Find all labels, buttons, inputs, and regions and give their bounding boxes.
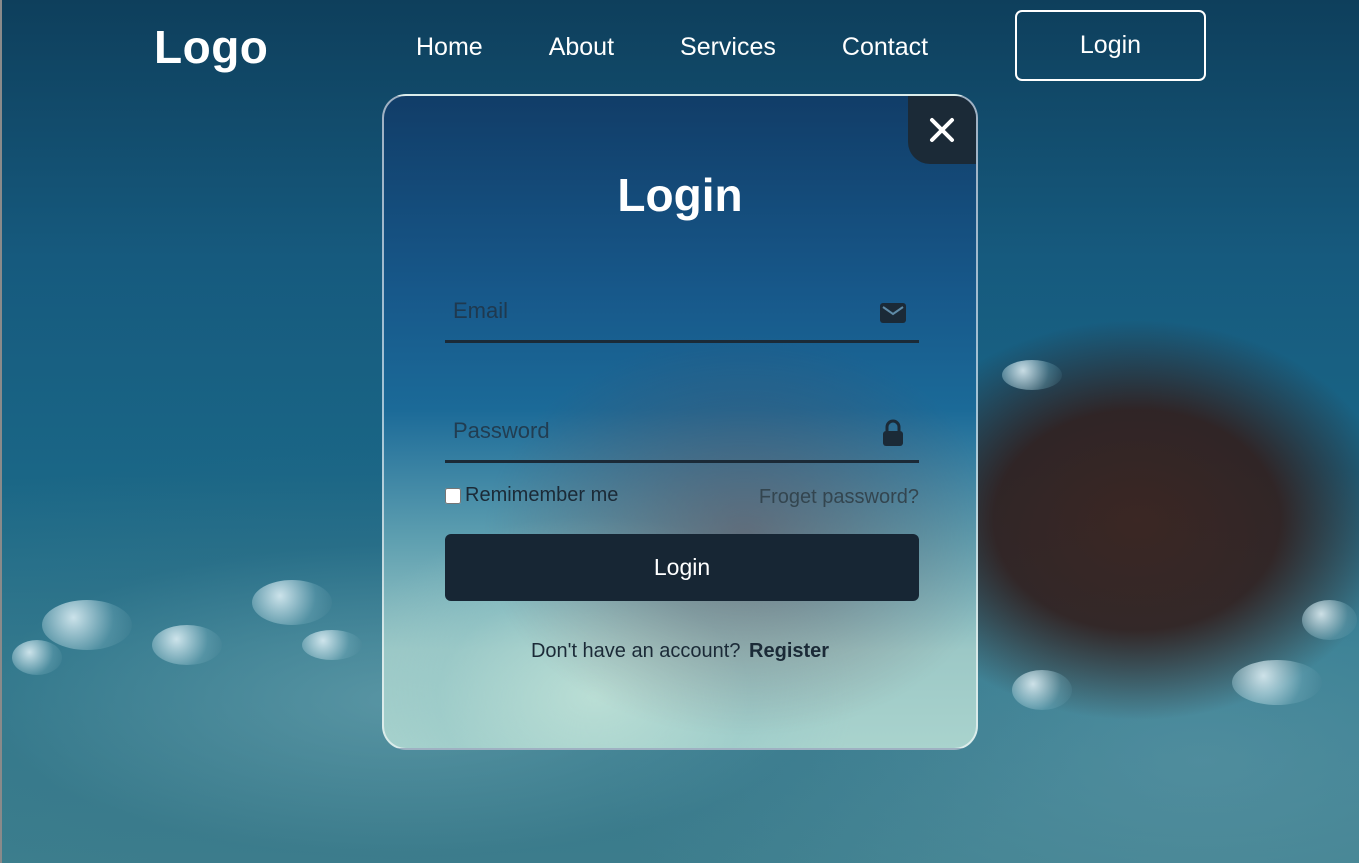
register-prompt: Don't have an account? Register bbox=[384, 640, 976, 663]
background-droplet bbox=[1302, 600, 1357, 640]
login-submit-button[interactable]: Login bbox=[445, 534, 919, 601]
background-droplet bbox=[152, 625, 222, 665]
nav-contact[interactable]: Contact bbox=[842, 30, 928, 64]
email-field-group bbox=[445, 282, 919, 343]
register-link[interactable]: Register bbox=[749, 640, 829, 662]
login-modal: Login Remimember me bbox=[382, 94, 978, 750]
email-field[interactable] bbox=[445, 282, 873, 340]
remember-me-label: Remimember me bbox=[465, 484, 619, 506]
password-field[interactable] bbox=[445, 402, 873, 460]
nav-home[interactable]: Home bbox=[416, 30, 483, 64]
background-droplet bbox=[1002, 360, 1062, 390]
background-droplet bbox=[302, 630, 362, 660]
site-logo[interactable]: Logo bbox=[154, 20, 268, 74]
background-droplet bbox=[252, 580, 332, 625]
lock-icon bbox=[879, 419, 907, 447]
main-nav: Home About Services Contact bbox=[416, 30, 994, 64]
background-droplet bbox=[42, 600, 132, 650]
mail-icon bbox=[879, 299, 907, 327]
login-options: Remimember me Froget password? bbox=[445, 484, 919, 512]
password-field-group bbox=[445, 402, 919, 463]
remember-me[interactable]: Remimember me bbox=[445, 484, 618, 507]
forgot-password-link[interactable]: Froget password? bbox=[759, 486, 919, 509]
background-droplet bbox=[12, 640, 62, 675]
remember-me-checkbox[interactable] bbox=[445, 487, 461, 504]
background-droplet bbox=[1012, 670, 1072, 710]
nav-about[interactable]: About bbox=[549, 30, 614, 64]
close-icon bbox=[930, 118, 954, 142]
background-droplet bbox=[1232, 660, 1322, 705]
close-button[interactable] bbox=[908, 96, 976, 164]
header-login-button[interactable]: Login bbox=[1015, 10, 1206, 81]
register-prompt-text: Don't have an account? bbox=[530, 640, 741, 662]
page-background: Logo Home About Services Contact Login L… bbox=[0, 0, 1359, 863]
nav-services[interactable]: Services bbox=[680, 30, 776, 64]
modal-title: Login bbox=[617, 169, 743, 221]
